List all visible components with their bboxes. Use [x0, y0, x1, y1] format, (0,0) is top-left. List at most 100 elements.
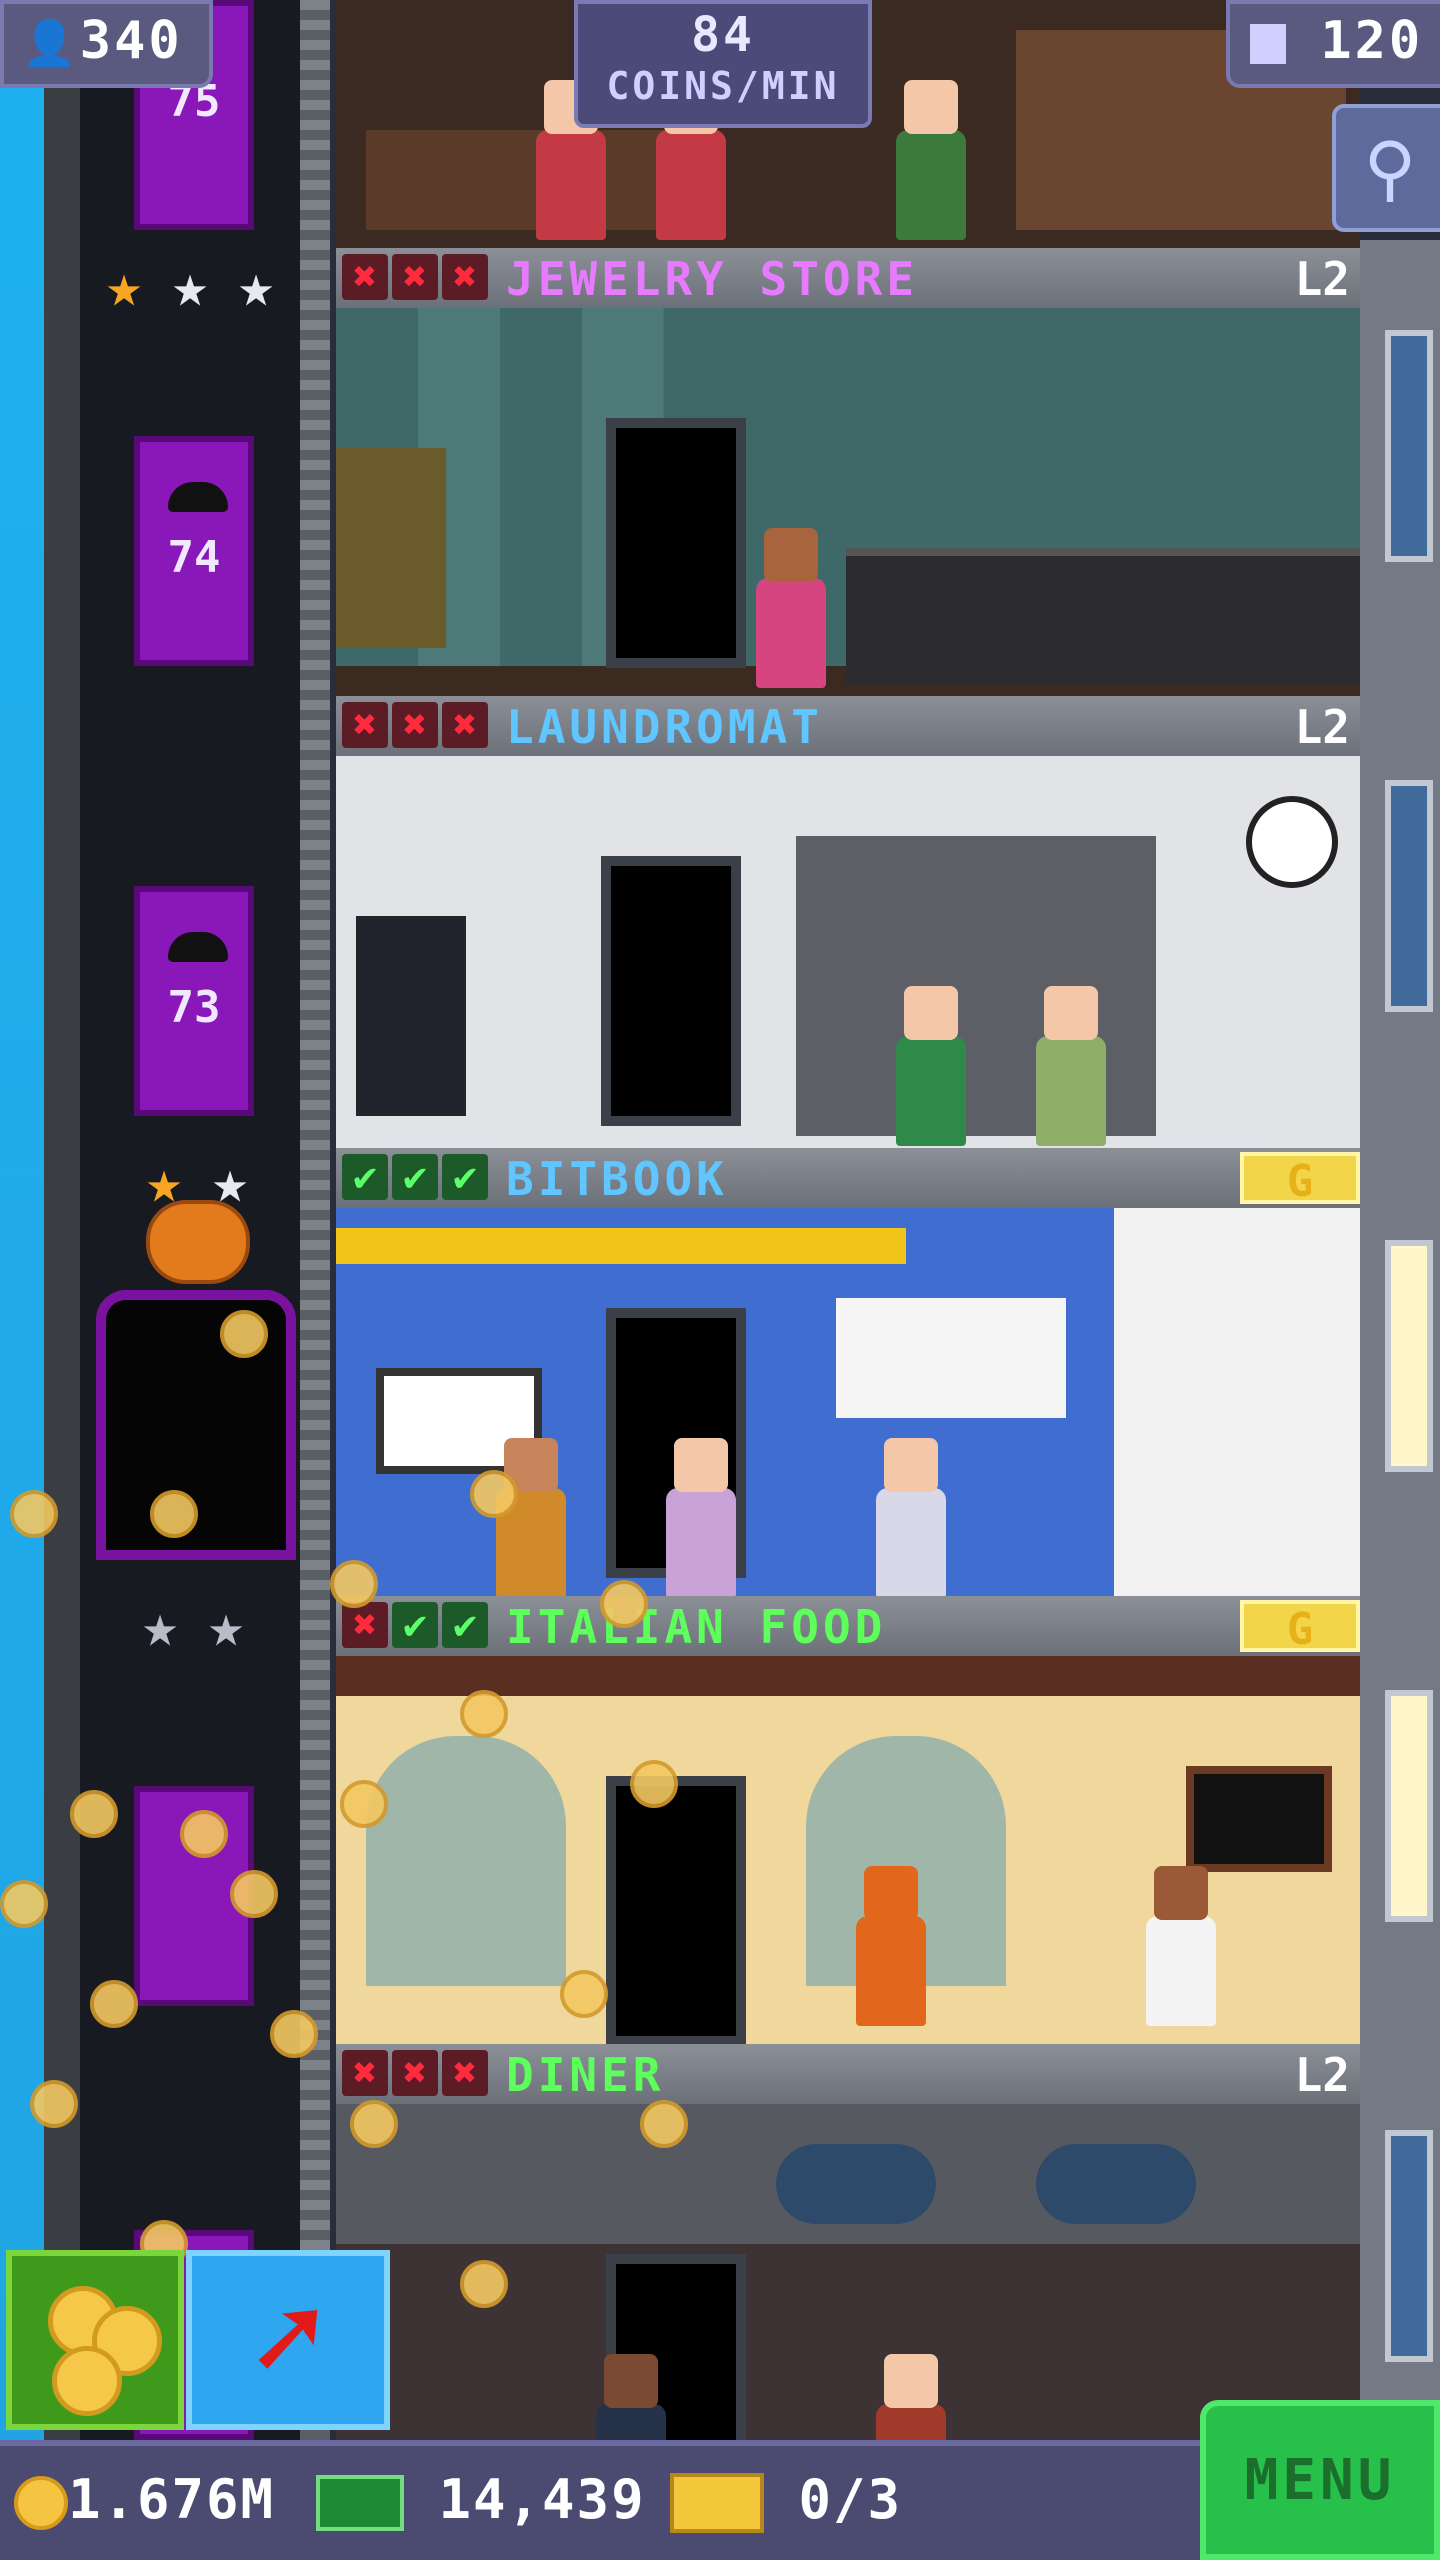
resident[interactable] — [1036, 986, 1106, 1146]
resident[interactable] — [856, 1866, 926, 2026]
display-case — [846, 548, 1360, 686]
window — [1385, 1240, 1433, 1472]
coin-particle — [560, 1970, 608, 2018]
floor-jewelry-store[interactable]: ✖ ✖ ✖ JEWELRY STORE L2 — [336, 248, 1360, 696]
cross-icon: ✖ — [392, 2050, 438, 2096]
coin-particle — [220, 1310, 268, 1358]
coin-icon — [52, 2346, 122, 2416]
resident[interactable] — [756, 528, 826, 688]
rating-stars: ★ ★ — [130, 1596, 256, 1656]
floor-header: ✖ ✖ ✖ LAUNDROMAT L2 — [336, 696, 1360, 756]
search-button[interactable]: ⚲ — [1332, 104, 1440, 232]
elevator-car-73[interactable]: 73 — [134, 886, 254, 1116]
floor-door — [601, 856, 741, 1126]
floor-name: BITBOOK — [506, 1152, 728, 1206]
floor-door — [606, 1776, 746, 2044]
tickets-balance[interactable]: 0/3 — [670, 2468, 902, 2534]
floor-header: ✔ ✔ ✔ BITBOOK G — [336, 1148, 1360, 1208]
elevator-car-74[interactable]: 74 — [134, 436, 254, 666]
cross-icon: ✖ — [392, 254, 438, 300]
floor-italian-food[interactable]: ✖ ✔ ✔ ITALIAN FOOD G — [336, 1596, 1360, 2044]
floor-interior — [336, 308, 1360, 696]
coin-particle — [640, 2100, 688, 2148]
plant — [336, 448, 446, 648]
coin-particle — [270, 2010, 318, 2058]
window — [1385, 2130, 1433, 2362]
coin-particle — [0, 1880, 48, 1928]
cross-icon: ✖ — [442, 254, 488, 300]
cross-icon: ✖ — [342, 702, 388, 748]
clock-icon — [1246, 796, 1338, 888]
floor-laundromat[interactable]: ✖ ✖ ✖ LAUNDROMAT L2 — [336, 696, 1360, 1148]
population-counter[interactable]: 👤340 — [0, 0, 213, 88]
coin-icon — [14, 2476, 68, 2531]
coin-particle — [180, 1810, 228, 1858]
resident[interactable] — [896, 986, 966, 1146]
chef[interactable] — [1146, 1866, 1216, 2026]
floor-interior — [336, 1208, 1360, 1596]
resident[interactable] — [876, 1438, 946, 1596]
cross-icon: ✖ — [342, 1602, 388, 1648]
resident[interactable] — [656, 80, 726, 240]
porthole-window — [1036, 2144, 1196, 2224]
ceiling-pipe — [336, 1228, 906, 1264]
building-icon — [1250, 24, 1286, 64]
coin-particle — [600, 1580, 648, 1628]
rating-stars: ★ ★ ★ — [94, 256, 286, 316]
gold-upgrade-badge[interactable]: G — [1240, 1600, 1360, 1655]
resident[interactable] — [896, 80, 966, 240]
cross-icon: ✖ — [342, 2050, 388, 2096]
coins-per-minute-panel[interactable]: 84 COINS/MIN — [574, 0, 872, 128]
vending-machine — [356, 916, 466, 1116]
coin-particle — [10, 1490, 58, 1538]
floor-status-marks: ✖ ✖ ✖ — [342, 702, 488, 748]
resident[interactable] — [876, 2354, 946, 2440]
arched-window — [366, 1736, 566, 1986]
cash-icon — [316, 2475, 404, 2532]
coin-particle — [460, 1690, 508, 1738]
floor-status-marks: ✖ ✖ ✖ — [342, 2050, 488, 2096]
porthole-window — [776, 2144, 936, 2224]
check-icon: ✔ — [442, 1154, 488, 1200]
coins-balance[interactable]: 1.676M — [14, 2468, 275, 2532]
star-icon: ★ — [171, 251, 209, 321]
floor-bitbook[interactable]: ✔ ✔ ✔ BITBOOK G — [336, 1148, 1360, 1596]
coin-particle — [340, 1780, 388, 1828]
check-icon: ✔ — [442, 1602, 488, 1648]
floor-counter[interactable]: 120 — [1226, 0, 1440, 88]
population-value: 340 — [79, 11, 183, 71]
floor-header: ✖ ✖ ✖ JEWELRY STORE L2 — [336, 248, 1360, 308]
resident[interactable] — [666, 1438, 736, 1596]
menu-button[interactable]: MENU — [1200, 2400, 1440, 2560]
star-icon: ★ — [237, 251, 275, 321]
gold-upgrade-badge[interactable]: G — [1240, 1152, 1360, 1207]
tower-wall — [44, 0, 80, 2440]
cross-icon: ✖ — [442, 702, 488, 748]
elevator-floor-number: 73 — [167, 982, 221, 1033]
elevator-floor-number: 74 — [167, 532, 221, 583]
star-icon: ★ — [105, 251, 143, 321]
elevator-up-button[interactable]: ➚ — [186, 2250, 390, 2430]
coin-particle — [630, 1760, 678, 1808]
coin-particle — [350, 2100, 398, 2148]
bitbook-logo — [836, 1298, 1066, 1418]
floor-diner[interactable]: ✖ ✖ ✖ DINER L2 — [336, 2044, 1360, 2440]
coin-particle — [470, 1470, 518, 1518]
coins-value: 1.676M — [68, 2468, 276, 2531]
bux-balance[interactable]: 14,439 — [316, 2468, 646, 2532]
elevator-rail — [300, 0, 330, 2440]
coin-particle — [30, 2080, 78, 2128]
bookshelf — [366, 130, 666, 230]
collect-coins-button[interactable] — [6, 2250, 184, 2430]
up-arrow-icon: ➚ — [251, 2270, 325, 2409]
resident[interactable] — [596, 2354, 666, 2440]
floor-name: DINER — [506, 2048, 665, 2102]
floor-count-value: 120 — [1320, 11, 1424, 71]
coin-particle — [230, 1870, 278, 1918]
coin-particle — [70, 1790, 118, 1838]
floor-name: ITALIAN FOOD — [506, 1600, 887, 1654]
resident[interactable] — [536, 80, 606, 240]
cross-icon: ✖ — [342, 254, 388, 300]
cross-icon: ✖ — [392, 702, 438, 748]
floor-header: ✖ ✖ ✖ DINER L2 — [336, 2044, 1360, 2104]
